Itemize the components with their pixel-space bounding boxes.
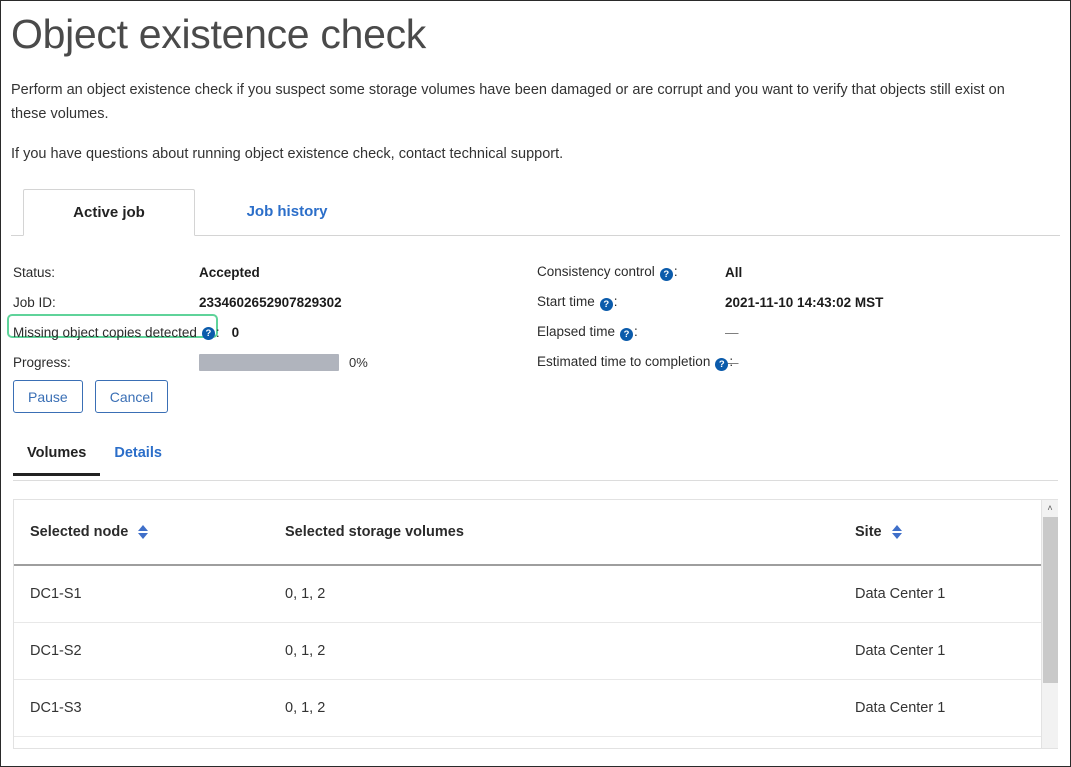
- field-job-id-value: 2334602652907829302: [199, 295, 342, 310]
- scrollbar-thumb[interactable]: [1043, 517, 1058, 683]
- column-header-selected-node[interactable]: Selected node: [14, 500, 269, 565]
- pause-button[interactable]: Pause: [13, 380, 83, 413]
- tab-active-job[interactable]: Active job: [23, 189, 195, 236]
- field-consistency-control: Consistency control: All: [537, 262, 742, 282]
- column-header-site[interactable]: Site: [839, 500, 1044, 565]
- field-missing-object-copies: Missing object copies detected : 0: [13, 322, 239, 342]
- intro-paragraph-1: Perform an object existence check if you…: [11, 78, 1041, 126]
- table-row[interactable]: DC1-S2 0, 1, 2 Data Center 1: [14, 622, 1044, 679]
- tab-volumes[interactable]: Volumes: [13, 443, 100, 476]
- cell-volumes: 0, 1, 2: [269, 565, 839, 622]
- help-icon-consistency-control[interactable]: [660, 268, 673, 281]
- cell-site: Data Center 1: [839, 565, 1044, 622]
- cell-site: Data Center 1: [839, 622, 1044, 679]
- column-header-selected-node-inner: Selected node: [30, 524, 269, 540]
- table-row-partial[interactable]: [14, 736, 1044, 749]
- field-progress: Progress: 0%: [13, 352, 368, 372]
- cell-node-partial: [14, 736, 269, 749]
- tab-job-history[interactable]: Job history: [207, 188, 367, 235]
- table-header-row: Selected node Selected storage volumes S…: [14, 500, 1044, 565]
- cell-volumes-partial: [269, 736, 839, 749]
- field-missing-object-copies-value: 0: [232, 325, 240, 340]
- column-header-storage-volumes-label: Selected storage volumes: [285, 524, 464, 540]
- cell-node: DC1-S1: [14, 565, 269, 622]
- field-estimated-completion-label: Estimated time to completion: [537, 354, 710, 369]
- job-action-buttons: Pause Cancel: [13, 380, 1070, 413]
- field-status: Status: Accepted: [13, 262, 260, 282]
- sub-tab-bar: Volumes Details: [13, 443, 1058, 481]
- field-start-time: Start time: 2021-11-10 14:43:02 MST: [537, 292, 883, 312]
- field-missing-object-copies-label: Missing object copies detected: [13, 325, 197, 340]
- tab-details[interactable]: Details: [100, 443, 176, 473]
- field-elapsed-time-label: Elapsed time: [537, 324, 615, 339]
- progress-bar-track: [199, 354, 339, 371]
- intro-paragraph-2: If you have questions about running obje…: [11, 142, 1041, 166]
- field-progress-label: Progress:: [13, 355, 199, 370]
- field-start-time-label: Start time: [537, 294, 595, 309]
- field-elapsed-time-value: —: [725, 325, 739, 340]
- field-consistency-control-label-group: Consistency control:: [537, 264, 725, 280]
- field-start-time-label-group: Start time:: [537, 294, 725, 310]
- help-icon-elapsed-time[interactable]: [620, 328, 633, 341]
- sort-icon-site[interactable]: [892, 525, 902, 539]
- cell-node: DC1-S2: [14, 622, 269, 679]
- field-job-id-label: Job ID:: [13, 295, 199, 310]
- column-header-selected-storage-volumes[interactable]: Selected storage volumes: [269, 500, 839, 565]
- field-estimated-completion-label-group: Estimated time to completion:: [537, 354, 725, 370]
- table-scrollbar[interactable]: ˄: [1041, 500, 1058, 748]
- field-start-time-colon: :: [614, 294, 618, 309]
- field-consistency-control-label: Consistency control: [537, 264, 655, 279]
- help-icon-missing-object-copies[interactable]: [202, 327, 215, 340]
- field-job-id: Job ID: 2334602652907829302: [13, 292, 342, 312]
- main-tab-bar: Active job Job history: [11, 188, 1060, 236]
- cell-volumes: 0, 1, 2: [269, 679, 839, 736]
- volumes-table-body: DC1-S1 0, 1, 2 Data Center 1 DC1-S2 0, 1…: [14, 565, 1044, 749]
- field-start-time-value: 2021-11-10 14:43:02 MST: [725, 295, 883, 310]
- help-icon-start-time[interactable]: [600, 298, 613, 311]
- sort-icon-selected-node[interactable]: [138, 525, 148, 539]
- job-summary-fields: Status: Accepted Job ID: 233460265290782…: [1, 258, 1070, 380]
- field-elapsed-colon: :: [634, 324, 638, 339]
- field-missing-colon: :: [216, 325, 220, 340]
- column-header-storage-volumes-inner: Selected storage volumes: [285, 524, 839, 540]
- column-header-selected-node-label: Selected node: [30, 524, 128, 540]
- field-consistency-colon: :: [674, 264, 678, 279]
- table-row[interactable]: DC1-S1 0, 1, 2 Data Center 1: [14, 565, 1044, 622]
- field-status-value: Accepted: [199, 265, 260, 280]
- table-row[interactable]: DC1-S3 0, 1, 2 Data Center 1: [14, 679, 1044, 736]
- cell-site-partial: [839, 736, 1044, 749]
- object-existence-check-page: Object existence check Perform an object…: [1, 1, 1070, 766]
- column-header-site-label: Site: [855, 524, 882, 540]
- volumes-table: Selected node Selected storage volumes S…: [14, 500, 1044, 749]
- cell-volumes: 0, 1, 2: [269, 622, 839, 679]
- cell-site: Data Center 1: [839, 679, 1044, 736]
- progress-bar: 0%: [199, 354, 368, 371]
- volumes-table-container: Selected node Selected storage volumes S…: [13, 499, 1058, 749]
- cell-node: DC1-S3: [14, 679, 269, 736]
- field-estimated-completion: Estimated time to completion: —: [537, 352, 739, 372]
- field-consistency-control-value: All: [725, 265, 742, 280]
- column-header-site-inner: Site: [855, 524, 1044, 540]
- progress-bar-percent: 0%: [349, 355, 368, 370]
- field-elapsed-time: Elapsed time: —: [537, 322, 739, 342]
- page-title: Object existence check: [11, 9, 1070, 60]
- scroll-up-arrow-icon[interactable]: ˄: [1042, 500, 1058, 516]
- cancel-button[interactable]: Cancel: [95, 380, 169, 413]
- field-status-label: Status:: [13, 265, 199, 280]
- volumes-table-head: Selected node Selected storage volumes S…: [14, 500, 1044, 565]
- field-elapsed-time-label-group: Elapsed time:: [537, 324, 725, 340]
